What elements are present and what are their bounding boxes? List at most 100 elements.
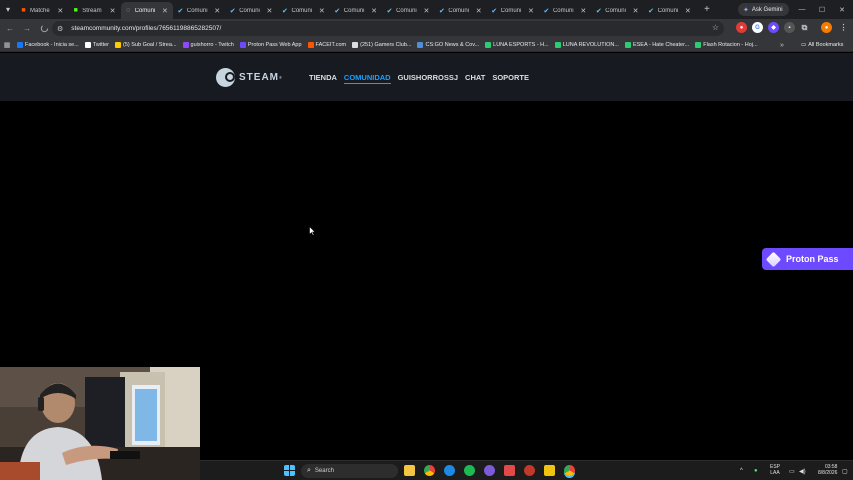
tab-close-icon[interactable]: ✕: [265, 7, 273, 15]
browser-tab[interactable]: ✔ Comuni ✕: [487, 2, 539, 19]
bookmark-item[interactable]: LUNA ESPORTS - H...: [482, 38, 552, 52]
tab-close-icon[interactable]: ✕: [579, 7, 587, 15]
tab-close-icon[interactable]: ✕: [161, 7, 169, 15]
minimize-button[interactable]: —: [792, 0, 812, 19]
bookmark-item[interactable]: (5) Sub Goal / Strea...: [112, 38, 180, 52]
steam-check-icon: ✔: [648, 7, 654, 15]
steam-check-icon: ✔: [229, 7, 236, 15]
browser-tab[interactable]: ✔ Comuni ✕: [434, 2, 486, 19]
steam-logo[interactable]: STEAM ®: [216, 68, 282, 87]
proton-pass-label: Proton Pass: [786, 254, 839, 264]
tray-app-icon[interactable]: ●: [754, 461, 758, 480]
forward-arrow-icon[interactable]: →: [20, 22, 34, 36]
address-bar[interactable]: ⚙ steamcommunity.com/profiles/7656119886…: [52, 21, 724, 36]
tab-close-icon[interactable]: ✕: [213, 7, 221, 15]
tab-close-icon[interactable]: ✕: [370, 7, 378, 15]
tray-overflow-icon[interactable]: ^: [740, 461, 743, 480]
profile-avatar[interactable]: ●: [821, 22, 832, 33]
tab-close-icon[interactable]: ✕: [684, 7, 692, 15]
bookmark-item[interactable]: CS:GO News & Cov...: [414, 38, 482, 52]
app-red-icon[interactable]: [504, 465, 515, 476]
steam-check-icon: ✔: [595, 7, 602, 15]
browser-tab[interactable]: ✔ Comuni ✕: [330, 2, 382, 19]
bookmark-item[interactable]: LUNA REVOLUTION...: [552, 38, 622, 52]
bookmark-item[interactable]: Twitter: [82, 38, 112, 52]
steam-nav-comunidad[interactable]: COMUNIDAD: [343, 73, 391, 84]
windows-start-icon[interactable]: [284, 465, 295, 476]
steam-nav-soporte[interactable]: SOPORTE: [492, 73, 529, 84]
browser-tab[interactable]: ✔ Comuni ✕: [382, 2, 434, 19]
menu-kebab-icon[interactable]: ⋮: [838, 22, 849, 33]
bookmark-item[interactable]: ESEA - Hate Cheater...: [622, 38, 692, 52]
steam-logo-icon: [216, 68, 235, 87]
volume-icon[interactable]: ◀): [799, 461, 806, 480]
apps-grid-icon[interactable]: ▦: [0, 38, 14, 52]
close-window-button[interactable]: ✕: [832, 0, 852, 19]
tab-close-icon[interactable]: ✕: [318, 7, 326, 15]
bookmark-favicon-icon: [17, 41, 23, 48]
browser-tab[interactable]: ✔ Comuni ✕: [591, 2, 643, 19]
tab-close-icon[interactable]: ✕: [422, 7, 430, 15]
app-record-icon[interactable]: [524, 465, 535, 476]
tab-search-icon[interactable]: ▾: [0, 0, 16, 19]
bookmark-item[interactable]: FACEIT.com: [305, 38, 350, 52]
windows-taskbar: ⌕ Search ^ ● ESP LAA ▭ ◀) 03:58 8/8/2026…: [200, 460, 853, 480]
tab-close-icon[interactable]: ✕: [109, 7, 117, 15]
bookmark-label: (251) Gamers Club...: [360, 41, 412, 48]
tab-close-icon[interactable]: ✕: [632, 7, 640, 15]
discord-icon[interactable]: [484, 465, 495, 476]
bookmark-favicon-icon: [307, 41, 314, 48]
back-arrow-icon[interactable]: ←: [3, 22, 17, 36]
extension-proton-icon[interactable]: ◆: [768, 22, 779, 33]
new-tab-button[interactable]: +: [700, 4, 714, 15]
keyboard-language[interactable]: ESP LAA: [770, 464, 780, 476]
file-explorer-icon[interactable]: [404, 465, 415, 476]
bookmark-item[interactable]: (251) Gamers Club...: [349, 38, 414, 52]
ask-gemini-button[interactable]: ✦ Ask Gemini: [738, 3, 789, 16]
loading-icon: ◌: [126, 7, 131, 14]
browser-tab[interactable]: ✔ Comuni ✕: [644, 2, 696, 19]
all-bookmarks-label: All Bookmarks: [808, 42, 844, 48]
extension-puzzle-alt-icon[interactable]: ▪: [784, 22, 795, 33]
address-url[interactable]: steamcommunity.com/profiles/765611988652…: [71, 25, 221, 32]
tab-close-icon[interactable]: ✕: [56, 7, 64, 15]
browser-tab[interactable]: ■ Stream ✕: [68, 2, 120, 19]
spotify-icon[interactable]: [464, 465, 475, 476]
tab-title: Comuni: [552, 7, 574, 14]
all-bookmarks-button[interactable]: ▭ All Bookmarks: [801, 38, 843, 52]
extension-google-icon[interactable]: G: [752, 22, 763, 33]
bookmark-item[interactable]: Facebook - Inicia se...: [14, 38, 82, 52]
site-info-icon[interactable]: ⚙: [57, 25, 63, 33]
steam-nav-chat[interactable]: CHAT: [465, 73, 485, 84]
bookmark-favicon-icon: [115, 41, 122, 48]
extension-shield-icon[interactable]: ●: [736, 22, 747, 33]
browser-alt-icon[interactable]: [444, 465, 455, 476]
browser-tab[interactable]: ✔ Comuni ✕: [225, 2, 277, 19]
proton-pass-badge[interactable]: Proton Pass: [762, 248, 853, 270]
browser-tab[interactable]: ✔ Comuni ✕: [173, 2, 225, 19]
bookmark-star-icon[interactable]: ☆: [712, 23, 719, 32]
system-clock[interactable]: 03:58 8/8/2026: [818, 464, 837, 476]
chrome-active-icon[interactable]: [564, 465, 575, 476]
extensions-puzzle-icon[interactable]: ⧉: [799, 22, 810, 33]
app-yellow-icon[interactable]: [544, 465, 555, 476]
steam-nav-guishorrossj[interactable]: GUISHORROSSJ: [398, 73, 458, 84]
tab-close-icon[interactable]: ✕: [475, 7, 483, 15]
bookmark-item[interactable]: Proton Pass Web App: [237, 38, 305, 52]
network-icon[interactable]: ▭: [789, 461, 795, 480]
browser-tab[interactable]: ■ Matche ✕: [16, 2, 68, 19]
taskbar-search-box[interactable]: ⌕ Search: [301, 464, 398, 478]
bookmark-item[interactable]: Flash Rotacion - Hoj...: [692, 38, 760, 52]
steam-nav-tienda[interactable]: TIENDA: [309, 73, 337, 84]
browser-tab[interactable]: ✔ Comuni ✕: [277, 2, 329, 19]
bookmark-item[interactable]: guishorro - Twitch: [180, 38, 237, 52]
chrome-icon[interactable]: [424, 465, 435, 476]
bookmarks-overflow-icon[interactable]: »: [780, 38, 784, 52]
steam-check-icon: ✔: [177, 7, 184, 15]
reload-spinner-icon[interactable]: [37, 22, 51, 36]
notifications-icon[interactable]: ▢: [842, 461, 848, 480]
maximize-button[interactable]: ☐: [812, 0, 832, 19]
browser-tab[interactable]: ✔ Comuni ✕: [539, 2, 591, 19]
browser-tab[interactable]: ◌ Comuni ✕: [120, 2, 173, 19]
tab-close-icon[interactable]: ✕: [527, 7, 535, 15]
